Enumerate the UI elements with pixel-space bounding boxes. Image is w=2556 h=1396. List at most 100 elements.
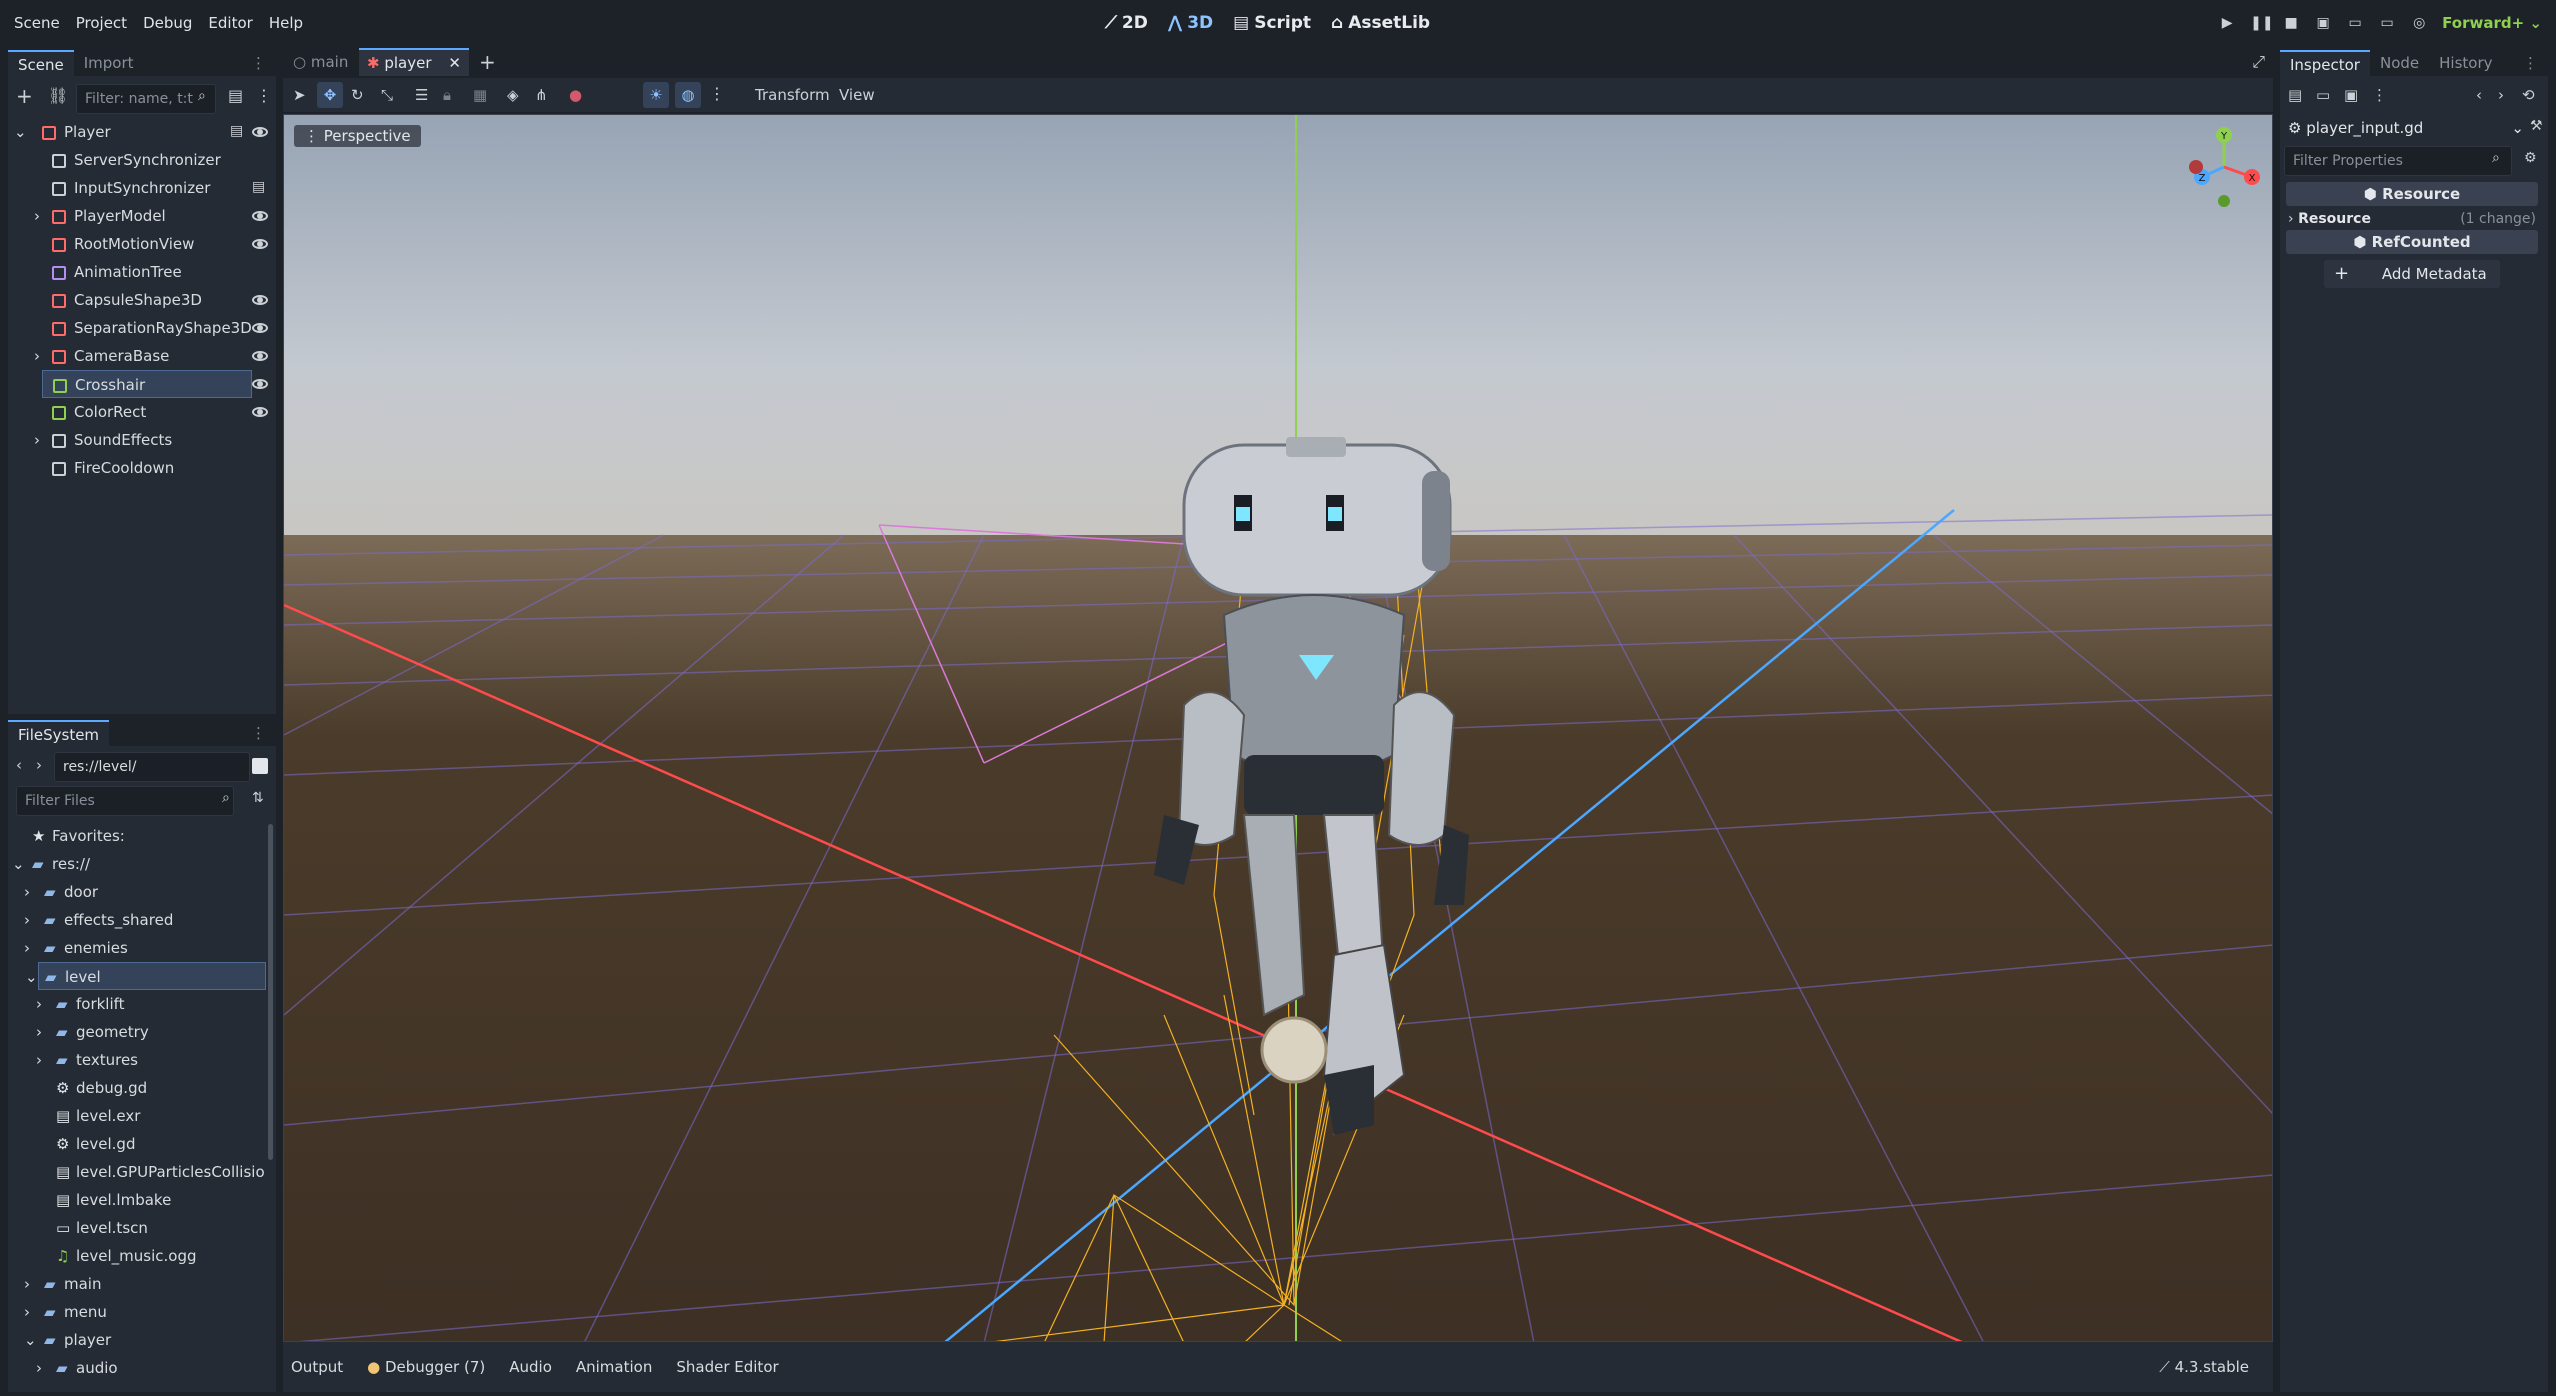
- camera-preview-icon[interactable]: ●: [569, 86, 582, 104]
- tab-output[interactable]: Output: [291, 1358, 343, 1376]
- distraction-free-icon[interactable]: ⤢: [2252, 52, 2265, 72]
- resource-property-row[interactable]: › Resource (1 change): [2288, 208, 2538, 230]
- dock-menu-icon[interactable]: ⋮: [2513, 50, 2548, 76]
- renderer-selector[interactable]: Forward+ ⌄: [2442, 14, 2542, 32]
- fs-item-level-gpuparticlescollisio-[interactable]: ▤ level.GPUParticlesCollisio...: [8, 1158, 266, 1186]
- scene-node-separationrayshape3d[interactable]: SeparationRayShape3D: [8, 314, 252, 342]
- rotate-mode-icon[interactable]: ↻: [351, 86, 364, 104]
- play-custom-scene-icon[interactable]: ▭: [2378, 14, 2396, 32]
- visibility-eye-icon[interactable]: [252, 211, 268, 221]
- tab-node[interactable]: Node: [2370, 50, 2429, 76]
- dock-menu-icon[interactable]: ⋮: [241, 50, 276, 76]
- scene-node-inputsynchronizer[interactable]: InputSynchronizer: [8, 174, 248, 202]
- list-select-icon[interactable]: ☰: [415, 86, 428, 104]
- tab-player[interactable]: ✱ player ✕: [359, 48, 469, 76]
- fs-item-effects-shared[interactable]: › ▰ effects_shared: [8, 906, 266, 934]
- pause-icon[interactable]: ❚❚: [2250, 14, 2273, 32]
- path-field[interactable]: res://level/: [54, 752, 250, 782]
- close-icon[interactable]: ✕: [448, 50, 461, 76]
- group-icon[interactable]: ▦: [473, 86, 487, 104]
- orientation-gizmo[interactable]: Y X Z: [2184, 127, 2264, 207]
- snap-icon[interactable]: ⋔: [535, 86, 548, 104]
- fs-item-level-lmbake[interactable]: ▤ level.lmbake: [8, 1186, 266, 1214]
- expand-toggle-icon[interactable]: ›: [36, 1046, 42, 1074]
- scale-mode-icon[interactable]: ⤡: [381, 86, 393, 104]
- fs-item-level-tscn[interactable]: ▭ level.tscn: [8, 1214, 266, 1242]
- scene-menu-icon[interactable]: ⋮: [256, 86, 272, 105]
- tab-inspector[interactable]: Inspector: [2280, 50, 2370, 76]
- expand-toggle-icon[interactable]: ›: [24, 878, 30, 906]
- menu-debug[interactable]: Debug: [135, 0, 200, 46]
- tab-scene[interactable]: Scene: [8, 50, 74, 76]
- fs-item-main[interactable]: › ▰ main: [8, 1270, 266, 1298]
- forward-icon[interactable]: ›: [36, 756, 42, 774]
- scene-filter-input[interactable]: Filter: name, t:t: [76, 84, 216, 114]
- link-icon[interactable]: ⛓: [48, 86, 68, 105]
- preview-menu-icon[interactable]: ⋮: [709, 84, 725, 103]
- scene-node-playermodel[interactable]: › PlayerModel: [8, 202, 248, 230]
- fs-item-audio[interactable]: › ▰ audio: [8, 1354, 266, 1382]
- history-back-icon[interactable]: ‹: [2476, 86, 2482, 104]
- move-mode-icon[interactable]: ✥: [317, 82, 343, 108]
- scene-node-animationtree[interactable]: AnimationTree: [8, 258, 248, 286]
- section-refcounted[interactable]: ⬢ RefCounted: [2286, 230, 2538, 254]
- visibility-eye-icon[interactable]: [252, 127, 268, 137]
- expand-toggle-icon[interactable]: ›: [24, 934, 30, 962]
- fs-item-res-[interactable]: ⌄ ▰ res://: [8, 850, 266, 878]
- split-view-icon[interactable]: [252, 758, 268, 774]
- fs-item-textures[interactable]: › ▰ textures: [8, 1046, 266, 1074]
- sort-icon[interactable]: ⇅: [252, 790, 264, 806]
- 3d-viewport[interactable]: ⋮ Perspective Y X Z: [283, 114, 2273, 1342]
- expand-toggle-icon[interactable]: ⌄: [12, 850, 25, 878]
- visibility-eye-icon[interactable]: [252, 323, 268, 333]
- expand-toggle-icon[interactable]: ›: [24, 1298, 30, 1326]
- scene-node-colorrect[interactable]: ColorRect: [8, 398, 248, 426]
- mode-script-button[interactable]: ▤ Script: [1233, 13, 1311, 33]
- tab-animation[interactable]: Animation: [576, 1358, 652, 1376]
- visibility-eye-icon[interactable]: [252, 295, 268, 305]
- visibility-eye-icon[interactable]: [252, 239, 268, 249]
- transform-menu[interactable]: Transform: [755, 86, 830, 104]
- expand-toggle-icon[interactable]: ⌄: [25, 963, 38, 991]
- expand-toggle-icon[interactable]: ›: [24, 906, 30, 934]
- scene-node-soundeffects[interactable]: › SoundEffects: [8, 426, 248, 454]
- lock-icon[interactable]: 🔒︎: [443, 86, 451, 104]
- add-tab-icon[interactable]: +: [479, 48, 496, 76]
- tab-filesystem[interactable]: FileSystem: [8, 720, 110, 746]
- visibility-eye-icon[interactable]: [252, 351, 268, 361]
- fs-item-favorites-[interactable]: ★ Favorites:: [8, 822, 266, 850]
- fs-item-debug-gd[interactable]: ⚙ debug.gd: [8, 1074, 266, 1102]
- fs-item-level-music-ogg[interactable]: ♫ level_music.ogg: [8, 1242, 266, 1270]
- menu-editor[interactable]: Editor: [200, 0, 260, 46]
- scene-node-firecooldown[interactable]: FireCooldown: [8, 454, 248, 482]
- expand-toggle-icon[interactable]: ›: [36, 990, 42, 1018]
- tab-audio[interactable]: Audio: [509, 1358, 552, 1376]
- tools-icon[interactable]: ⚒: [2530, 118, 2543, 134]
- menu-help[interactable]: Help: [261, 0, 311, 46]
- scene-node-camerabase[interactable]: › CameraBase: [8, 342, 248, 370]
- expand-toggle-icon[interactable]: ›: [36, 1354, 42, 1382]
- expand-toggle-icon[interactable]: ›: [24, 1270, 30, 1298]
- remote-debug-icon[interactable]: ▣: [2314, 14, 2332, 32]
- tab-import[interactable]: Import: [74, 50, 144, 76]
- select-mode-icon[interactable]: ➤: [293, 86, 306, 104]
- filter-files-input[interactable]: Filter Files: [16, 786, 234, 816]
- attach-script-icon[interactable]: ▤: [228, 86, 243, 105]
- object-history-icon[interactable]: ⟲: [2522, 86, 2535, 104]
- add-metadata-button[interactable]: + Add Metadata: [2324, 260, 2500, 288]
- scene-node-rootmotionview[interactable]: RootMotionView: [8, 230, 248, 258]
- script-attached-icon[interactable]: ▤: [252, 179, 265, 195]
- visibility-eye-icon[interactable]: [252, 379, 268, 389]
- history-forward-icon[interactable]: ›: [2498, 86, 2504, 104]
- property-options-icon[interactable]: ⚙: [2524, 150, 2537, 166]
- open-resource-icon[interactable]: ▭: [2316, 86, 2330, 104]
- filesystem-scrollbar[interactable]: [268, 824, 273, 1160]
- new-resource-icon[interactable]: ▤: [2288, 86, 2302, 104]
- scene-node-crosshair[interactable]: Crosshair: [42, 370, 252, 398]
- fs-item-forklift[interactable]: › ▰ forklift: [8, 990, 266, 1018]
- tab-history[interactable]: History: [2429, 50, 2502, 76]
- fs-item-player[interactable]: ⌄ ▰ player: [8, 1326, 266, 1354]
- expand-toggle-icon[interactable]: ⌄: [14, 118, 27, 146]
- scene-node-player[interactable]: ⌄ Player: [8, 118, 248, 146]
- resource-selector[interactable]: ⚙ player_input.gd ⌄: [2288, 116, 2528, 140]
